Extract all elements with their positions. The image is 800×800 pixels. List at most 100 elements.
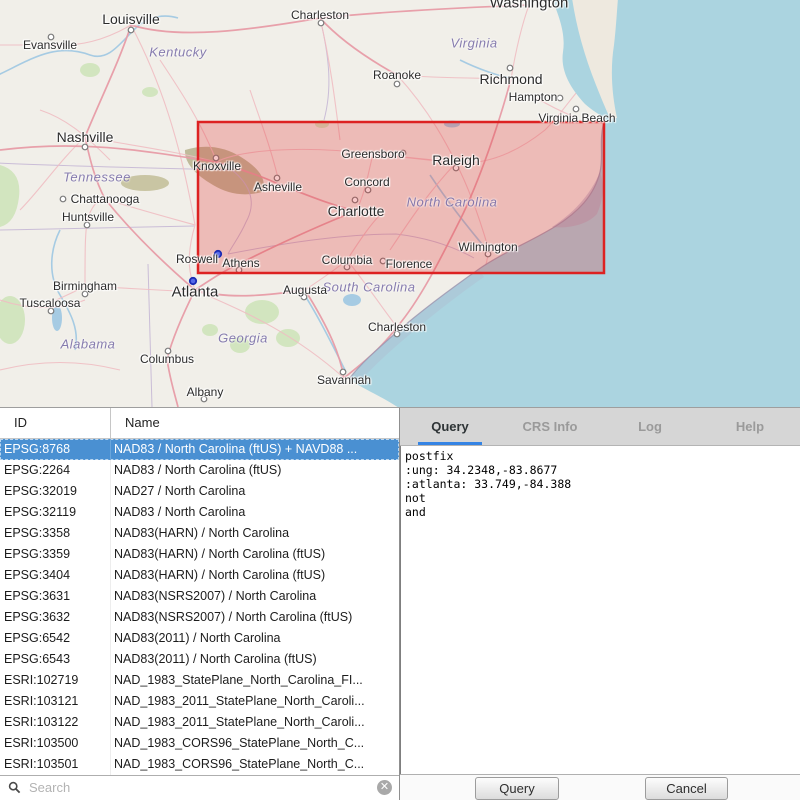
map-view[interactable]: KentuckyVirginiaTennesseeNorth CarolinaS… — [0, 0, 800, 407]
crs-picker-window: KentuckyVirginiaTennesseeNorth CarolinaS… — [0, 0, 800, 800]
cell-crs-id: EPSG:6543 — [4, 649, 110, 670]
cell-crs-id: ESRI:103500 — [4, 733, 110, 754]
query-point-ung — [215, 251, 221, 257]
city-marker — [165, 348, 171, 354]
query-bbox — [198, 122, 604, 273]
query-text-line: not — [401, 491, 800, 505]
cell-crs-id: ESRI:103121 — [4, 691, 110, 712]
city-marker — [84, 222, 90, 228]
column-divider — [110, 670, 111, 691]
table-row[interactable]: EPSG:3631NAD83(NSRS2007) / North Carolin… — [0, 586, 399, 607]
cell-crs-id: EPSG:32119 — [4, 502, 110, 523]
query-pane: QueryCRS InfoLogHelp postfix:ung: 34.234… — [400, 408, 800, 800]
city-marker — [394, 331, 400, 337]
cell-crs-id: EPSG:3359 — [4, 544, 110, 565]
cell-crs-name: NAD_1983_StatePlane_North_Carolina_FI... — [114, 670, 397, 691]
table-header: ID Name — [0, 408, 399, 439]
tab-crs-info[interactable]: CRS Info — [500, 408, 600, 445]
table-row[interactable]: EPSG:3358NAD83(HARN) / North Carolina — [0, 523, 399, 544]
active-tab-indicator — [418, 442, 482, 445]
query-button[interactable]: Query — [475, 777, 559, 800]
crs-results-pane: ID Name EPSG:8768NAD83 / North Carolina … — [0, 408, 400, 800]
column-divider — [110, 649, 111, 670]
cancel-button[interactable]: Cancel — [645, 777, 728, 800]
cell-crs-name: NAD_1983_CORS96_StatePlane_North_C... — [114, 754, 397, 775]
query-editor[interactable]: postfix:ung: 34.2348,-83.8677:atlanta: 3… — [400, 446, 800, 774]
table-row[interactable]: EPSG:2264NAD83 / North Carolina (ftUS) — [0, 460, 399, 481]
column-divider — [110, 754, 111, 775]
table-row[interactable]: EPSG:3632NAD83(NSRS2007) / North Carolin… — [0, 607, 399, 628]
city-marker — [340, 369, 346, 375]
column-divider — [110, 691, 111, 712]
cell-crs-id: EPSG:3631 — [4, 586, 110, 607]
table-row[interactable]: ESRI:103122NAD_1983_2011_StatePlane_Nort… — [0, 712, 399, 733]
search-bar: ✕ — [0, 775, 399, 799]
column-divider — [110, 565, 111, 586]
tab-log[interactable]: Log — [600, 408, 700, 445]
table-row[interactable]: ESRI:103500NAD_1983_CORS96_StatePlane_No… — [0, 733, 399, 754]
city-marker — [557, 95, 563, 101]
cell-crs-name: NAD83(HARN) / North Carolina — [114, 523, 397, 544]
cell-crs-id: ESRI:103501 — [4, 754, 110, 775]
query-text-line: :atlanta: 33.749,-84.388 — [401, 477, 800, 491]
table-row[interactable]: EPSG:32119NAD83 / North Carolina — [0, 502, 399, 523]
cell-crs-id: ESRI:102719 — [4, 670, 110, 691]
column-divider — [110, 628, 111, 649]
table-row[interactable]: ESRI:103501NAD_1983_CORS96_StatePlane_No… — [0, 754, 399, 775]
column-divider — [110, 502, 111, 523]
city-marker — [48, 34, 54, 40]
table-row[interactable]: EPSG:6542NAD83(2011) / North Carolina — [0, 628, 399, 649]
cell-crs-name: NAD83 / North Carolina (ftUS) — [114, 460, 397, 481]
column-divider — [110, 607, 111, 628]
city-marker — [201, 396, 207, 402]
cell-crs-name: NAD83 / North Carolina (ftUS) + NAVD88 .… — [114, 439, 397, 460]
city-marker — [318, 20, 324, 26]
query-text-line: postfix — [401, 449, 800, 463]
city-marker — [507, 65, 513, 71]
query-text-line: :ung: 34.2348,-83.8677 — [401, 463, 800, 477]
column-divider — [110, 733, 111, 754]
column-header-id[interactable]: ID — [0, 408, 111, 438]
tab-query[interactable]: Query — [400, 408, 500, 445]
map-overlay-layer — [0, 0, 800, 407]
city-marker — [301, 294, 307, 300]
column-divider — [110, 523, 111, 544]
cell-crs-name: NAD83(NSRS2007) / North Carolina (ftUS) — [114, 607, 397, 628]
table-row[interactable]: EPSG:6543NAD83(2011) / North Carolina (f… — [0, 649, 399, 670]
cell-crs-id: EPSG:2264 — [4, 460, 110, 481]
table-row[interactable]: ESRI:103121NAD_1983_2011_StatePlane_Nort… — [0, 691, 399, 712]
table-row[interactable]: EPSG:3359NAD83(HARN) / North Carolina (f… — [0, 544, 399, 565]
cell-crs-name: NAD83(2011) / North Carolina (ftUS) — [114, 649, 397, 670]
table-row[interactable]: EPSG:32019NAD27 / North Carolina — [0, 481, 399, 502]
search-icon — [8, 781, 21, 794]
cell-crs-id: EPSG:32019 — [4, 481, 110, 502]
cell-crs-id: EPSG:3358 — [4, 523, 110, 544]
clear-search-icon[interactable]: ✕ — [377, 780, 392, 795]
query-text-line: and — [401, 505, 800, 519]
cell-crs-name: NAD_1983_2011_StatePlane_North_Caroli... — [114, 691, 397, 712]
column-divider — [110, 712, 111, 733]
table-row[interactable]: ESRI:102719NAD_1983_StatePlane_North_Car… — [0, 670, 399, 691]
city-marker — [82, 144, 88, 150]
column-divider — [110, 481, 111, 502]
column-divider — [110, 439, 111, 460]
column-header-name[interactable]: Name — [111, 408, 399, 438]
cell-crs-id: EPSG:6542 — [4, 628, 110, 649]
city-marker — [128, 27, 134, 33]
search-input[interactable] — [27, 779, 377, 796]
city-marker — [573, 106, 579, 112]
cell-crs-name: NAD_1983_2011_StatePlane_North_Caroli... — [114, 712, 397, 733]
cell-crs-name: NAD83 / North Carolina — [114, 502, 397, 523]
cell-crs-name: NAD_1983_CORS96_StatePlane_North_C... — [114, 733, 397, 754]
crs-results-list: EPSG:8768NAD83 / North Carolina (ftUS) +… — [0, 439, 399, 775]
cell-crs-name: NAD27 / North Carolina — [114, 481, 397, 502]
city-marker — [48, 308, 54, 314]
city-marker — [394, 81, 400, 87]
table-row[interactable]: EPSG:8768NAD83 / North Carolina (ftUS) +… — [0, 439, 399, 460]
cell-crs-name: NAD83(NSRS2007) / North Carolina — [114, 586, 397, 607]
action-bar: Query Cancel — [400, 774, 800, 800]
tab-help[interactable]: Help — [700, 408, 800, 445]
table-row[interactable]: EPSG:3404NAD83(HARN) / North Carolina (f… — [0, 565, 399, 586]
cell-crs-id: EPSG:3404 — [4, 565, 110, 586]
column-divider — [110, 460, 111, 481]
